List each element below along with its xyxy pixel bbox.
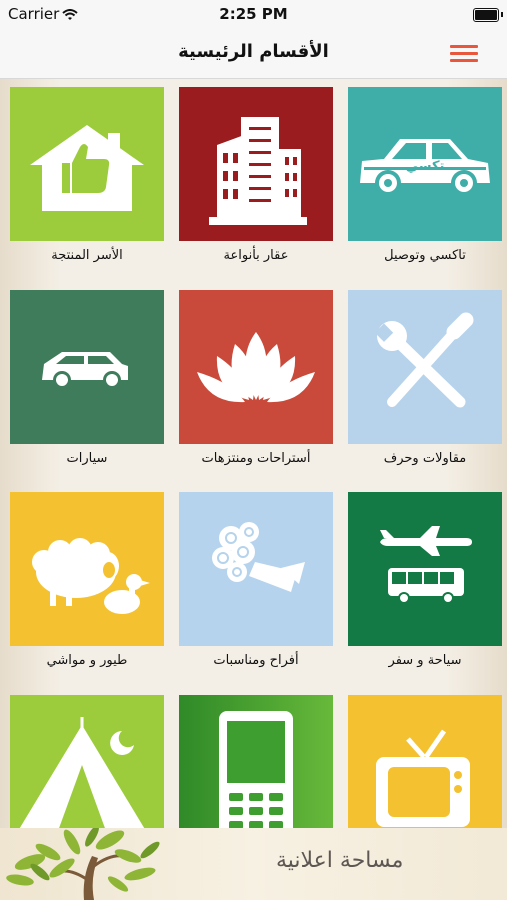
tv-icon bbox=[376, 729, 470, 827]
taxi-sign-text: تكسي bbox=[405, 159, 445, 174]
category-label: تاكسي وتوصيل bbox=[384, 248, 466, 263]
car-icon bbox=[42, 352, 128, 389]
category-tile: تكسي bbox=[348, 87, 502, 241]
wrench-screwdriver-icon bbox=[374, 312, 474, 408]
status-time: 2:25 PM bbox=[219, 5, 288, 23]
category-tile bbox=[10, 290, 164, 444]
category-label: طيور و مواشي bbox=[46, 653, 128, 668]
category-tile bbox=[179, 695, 333, 828]
sheep-duck-icon bbox=[32, 538, 150, 614]
home-thumbs-up-icon bbox=[30, 125, 144, 211]
hamburger-menu-icon bbox=[450, 45, 478, 48]
category-tile bbox=[10, 87, 164, 241]
ad-text: مساحة اعلانية bbox=[276, 848, 404, 873]
flower-bouquet-icon bbox=[212, 522, 305, 592]
categories-scroll-area[interactable]: تكسي تاكسي وتوصيل عقار بأنواعة الأسر الم… bbox=[0, 79, 507, 828]
categories-grid: تكسي تاكسي وتوصيل عقار بأنواعة الأسر الم… bbox=[0, 79, 507, 828]
menu-button[interactable] bbox=[450, 43, 478, 65]
tent-moon-icon bbox=[19, 717, 145, 828]
category-tile bbox=[348, 492, 502, 646]
category-weddings-occasions[interactable]: أفراح ومناسبات bbox=[179, 492, 333, 692]
page-title: الأقسام الرئيسية bbox=[178, 41, 329, 62]
category-tv[interactable] bbox=[348, 695, 502, 828]
category-label: عقار بأنواعة bbox=[223, 248, 289, 263]
category-tile bbox=[10, 695, 164, 828]
ad-banner[interactable]: مساحة اعلانية bbox=[0, 828, 507, 900]
category-tile bbox=[179, 290, 333, 444]
category-label: مقاولات وحرف bbox=[383, 451, 467, 466]
mobile-phone-icon bbox=[219, 711, 293, 828]
category-label: سياحة و سفر bbox=[388, 653, 462, 668]
category-real-estate[interactable]: عقار بأنواعة bbox=[179, 87, 333, 287]
status-bar: Carrier 2:25 PM bbox=[0, 0, 507, 30]
category-birds-livestock[interactable]: طيور و مواشي bbox=[10, 492, 164, 692]
hamburger-menu-icon-line bbox=[450, 52, 478, 55]
category-tourism-travel[interactable]: سياحة و سفر bbox=[348, 492, 502, 692]
battery-tip bbox=[501, 12, 503, 17]
category-tile bbox=[348, 290, 502, 444]
category-label: الأسر المنتجة bbox=[51, 248, 123, 263]
category-contracting[interactable]: مقاولات وحرف bbox=[348, 290, 502, 490]
battery-icon bbox=[473, 8, 499, 22]
hamburger-menu-icon-line bbox=[450, 59, 478, 62]
category-tile bbox=[179, 87, 333, 241]
category-tile bbox=[348, 695, 502, 828]
category-resorts[interactable]: أستراحات ومنتزهات bbox=[179, 290, 333, 490]
category-tile bbox=[179, 492, 333, 646]
category-cars[interactable]: سيارات bbox=[10, 290, 164, 490]
category-productive-families[interactable]: الأسر المنتجة bbox=[10, 87, 164, 287]
tree-icon bbox=[6, 828, 160, 900]
category-camping[interactable] bbox=[10, 695, 164, 828]
category-label: أفراح ومناسبات bbox=[213, 653, 299, 668]
category-label: أستراحات ومنتزهات bbox=[201, 451, 311, 466]
category-taxi[interactable]: تكسي تاكسي وتوصيل bbox=[348, 87, 502, 287]
category-tile bbox=[10, 492, 164, 646]
nav-bar: الأقسام الرئيسية bbox=[0, 30, 507, 79]
plane-bus-icon bbox=[380, 526, 472, 604]
lotus-icon bbox=[197, 332, 315, 403]
building-icon bbox=[209, 117, 307, 225]
category-mobiles[interactable] bbox=[179, 695, 333, 828]
category-label: سيارات bbox=[66, 451, 108, 466]
